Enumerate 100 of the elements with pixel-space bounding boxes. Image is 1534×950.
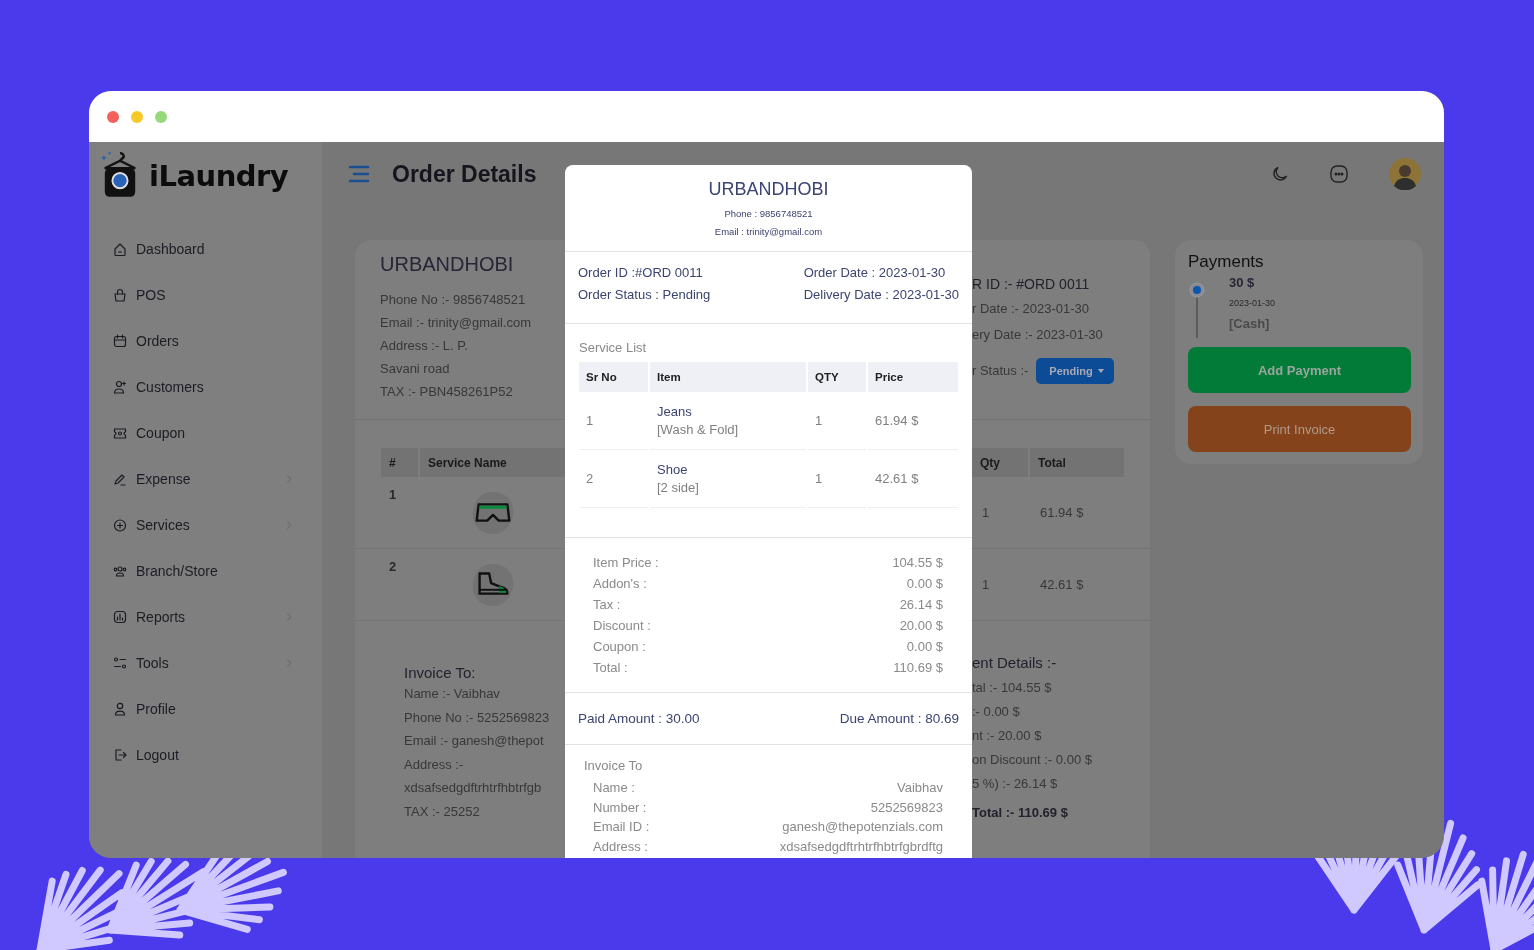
moon-icon[interactable]	[1271, 165, 1289, 183]
action-button[interactable]: Print Invoice	[1188, 406, 1411, 452]
payment-detail: nt :- 20.00 $	[972, 727, 1043, 745]
chat-icon[interactable]	[1329, 164, 1349, 184]
sidebar-item[interactable]: Logout	[89, 732, 322, 778]
sidebar-item[interactable]: Customers	[89, 364, 322, 410]
sneaker-icon	[470, 561, 516, 608]
user-add-icon	[112, 379, 128, 395]
customer-detail: Address :-	[404, 755, 465, 774]
section-title: Service List	[579, 339, 648, 357]
status-label: r Status :-	[972, 362, 1029, 380]
field-label: Email ID :	[593, 818, 650, 836]
customer-detail: TAX :- 25252	[404, 802, 481, 821]
page-title: Order Details	[392, 160, 537, 188]
summary-label: Total :	[593, 659, 628, 677]
action-button[interactable]: Add Payment	[1188, 347, 1411, 393]
column-header: Sr No	[579, 362, 648, 392]
group-icon	[112, 563, 128, 579]
customer-detail: Name :- Vaibhav	[404, 685, 501, 703]
column-header: Price	[868, 362, 958, 392]
table-cell-text: 42.61 $	[1039, 576, 1085, 594]
sidebar-item[interactable]: Reports	[89, 594, 322, 640]
service-type: [2 side]	[657, 478, 699, 497]
table-cell-text: 1	[388, 486, 398, 504]
store-detail: Phone No :- 9856748521	[380, 291, 527, 309]
field-label: Name :	[593, 779, 635, 797]
customer-detail: Email :- ganesh@thepot	[404, 732, 545, 751]
sidebar-item[interactable]: Coupon	[89, 410, 322, 456]
field-value: Vaibhav	[897, 779, 943, 797]
menu-icon[interactable]	[348, 165, 370, 183]
table-cell: 1	[579, 392, 648, 450]
store-detail: Savani road	[380, 360, 451, 378]
sidebar-item[interactable]: Dashboard	[89, 226, 322, 272]
column-header: Total	[1030, 448, 1124, 477]
order-field: Order Status : Pending	[578, 284, 711, 306]
store-name: URBANDHOBI	[707, 178, 830, 201]
sidebar-item[interactable]: Services	[89, 502, 322, 548]
field-value: 5252569823	[870, 798, 943, 817]
payment-detail: :- 0.00 $	[972, 703, 1021, 721]
store-detail: TAX :- PBN458261P52	[380, 383, 514, 401]
store-phone: Phone : 9856748521	[723, 207, 814, 221]
summary-value: 0.00 $	[906, 575, 943, 593]
home-icon	[112, 241, 128, 257]
payment-total: Total :- 110.69 $	[972, 804, 1069, 822]
store-detail: Address :- L. P.	[380, 337, 469, 355]
sidebar-item[interactable]: Tools	[89, 640, 322, 686]
item-name: Jeans	[657, 402, 692, 421]
sidebar-item[interactable]: Orders	[89, 318, 322, 364]
column-header: Item	[650, 362, 806, 392]
summary-label: Discount :	[593, 617, 651, 635]
app-logo-text: iLaundry	[149, 159, 289, 193]
payment-detail: tal :- 104.55 $	[972, 679, 1053, 697]
window-control-dot[interactable]	[131, 110, 143, 123]
window-control-dot[interactable]	[107, 110, 119, 123]
customer-detail: Phone No :- 5252569823	[404, 708, 551, 727]
sidebar-item[interactable]: POS	[89, 272, 322, 318]
sidebar-item[interactable]: Profile	[89, 686, 322, 732]
table-cell: 61.94 $	[868, 392, 958, 450]
payment-detail: on Discount :- 0.00 $	[972, 751, 1093, 769]
table-cell: 1	[808, 450, 866, 508]
field-label: Address :	[593, 837, 648, 856]
shorts-icon	[470, 489, 516, 536]
chart-icon	[112, 609, 128, 625]
caret-icon	[1097, 369, 1104, 373]
summary-value: 26.14 $	[899, 596, 943, 614]
order-field: Order ID :#ORD 0011	[578, 262, 711, 284]
status-dropdown[interactable]: Pending	[1036, 358, 1114, 384]
payment-date: 2023-01-30	[1229, 297, 1276, 310]
store-email: Email : trinity@gmail.com	[713, 225, 824, 239]
ticket-icon	[112, 425, 128, 441]
order-id: R ID :- #ORD 0011	[972, 275, 1091, 294]
service-type: [Wash & Fold]	[657, 420, 739, 439]
logout-icon	[112, 747, 128, 763]
calendar-icon	[112, 333, 128, 349]
table-cell-text: 1	[981, 576, 991, 594]
column-header: Qty	[972, 448, 1028, 477]
summary-label: Coupon :	[593, 638, 646, 656]
card-title: Payments	[1188, 251, 1265, 273]
bag-icon	[112, 287, 128, 303]
timeline-marker-icon	[1189, 282, 1205, 338]
payment-detail: 5 %) :- 26.14 $	[972, 775, 1059, 793]
table-cell-text: 61.94 $	[1039, 504, 1085, 522]
summary-value: 0.00 $	[906, 638, 943, 656]
field-value: ganesh@thepotenzials.com	[782, 818, 943, 836]
window-control-dot[interactable]	[155, 110, 167, 123]
avatar[interactable]	[1389, 158, 1421, 190]
order-field: Delivery Date : 2023-01-30	[803, 284, 959, 306]
summary-value: 104.55 $	[892, 554, 943, 572]
store-name: URBANDHOBI	[380, 252, 515, 277]
badge-icon	[112, 517, 128, 533]
order-field: Order Date : 2023-01-30	[803, 262, 959, 284]
store-detail: Email :- trinity@gmail.com	[380, 314, 533, 332]
column-header: #	[381, 448, 418, 477]
order-date: ery Date :- 2023-01-30	[972, 326, 1104, 344]
table-cell: 42.61 $	[868, 450, 958, 508]
section-title: ent Details :-	[972, 653, 1058, 673]
field-label: Number :	[593, 798, 647, 817]
sidebar-item[interactable]: Expense	[89, 456, 322, 502]
payment-amount: 30 $	[1229, 274, 1256, 292]
sidebar-item[interactable]: Branch/Store	[89, 548, 322, 594]
